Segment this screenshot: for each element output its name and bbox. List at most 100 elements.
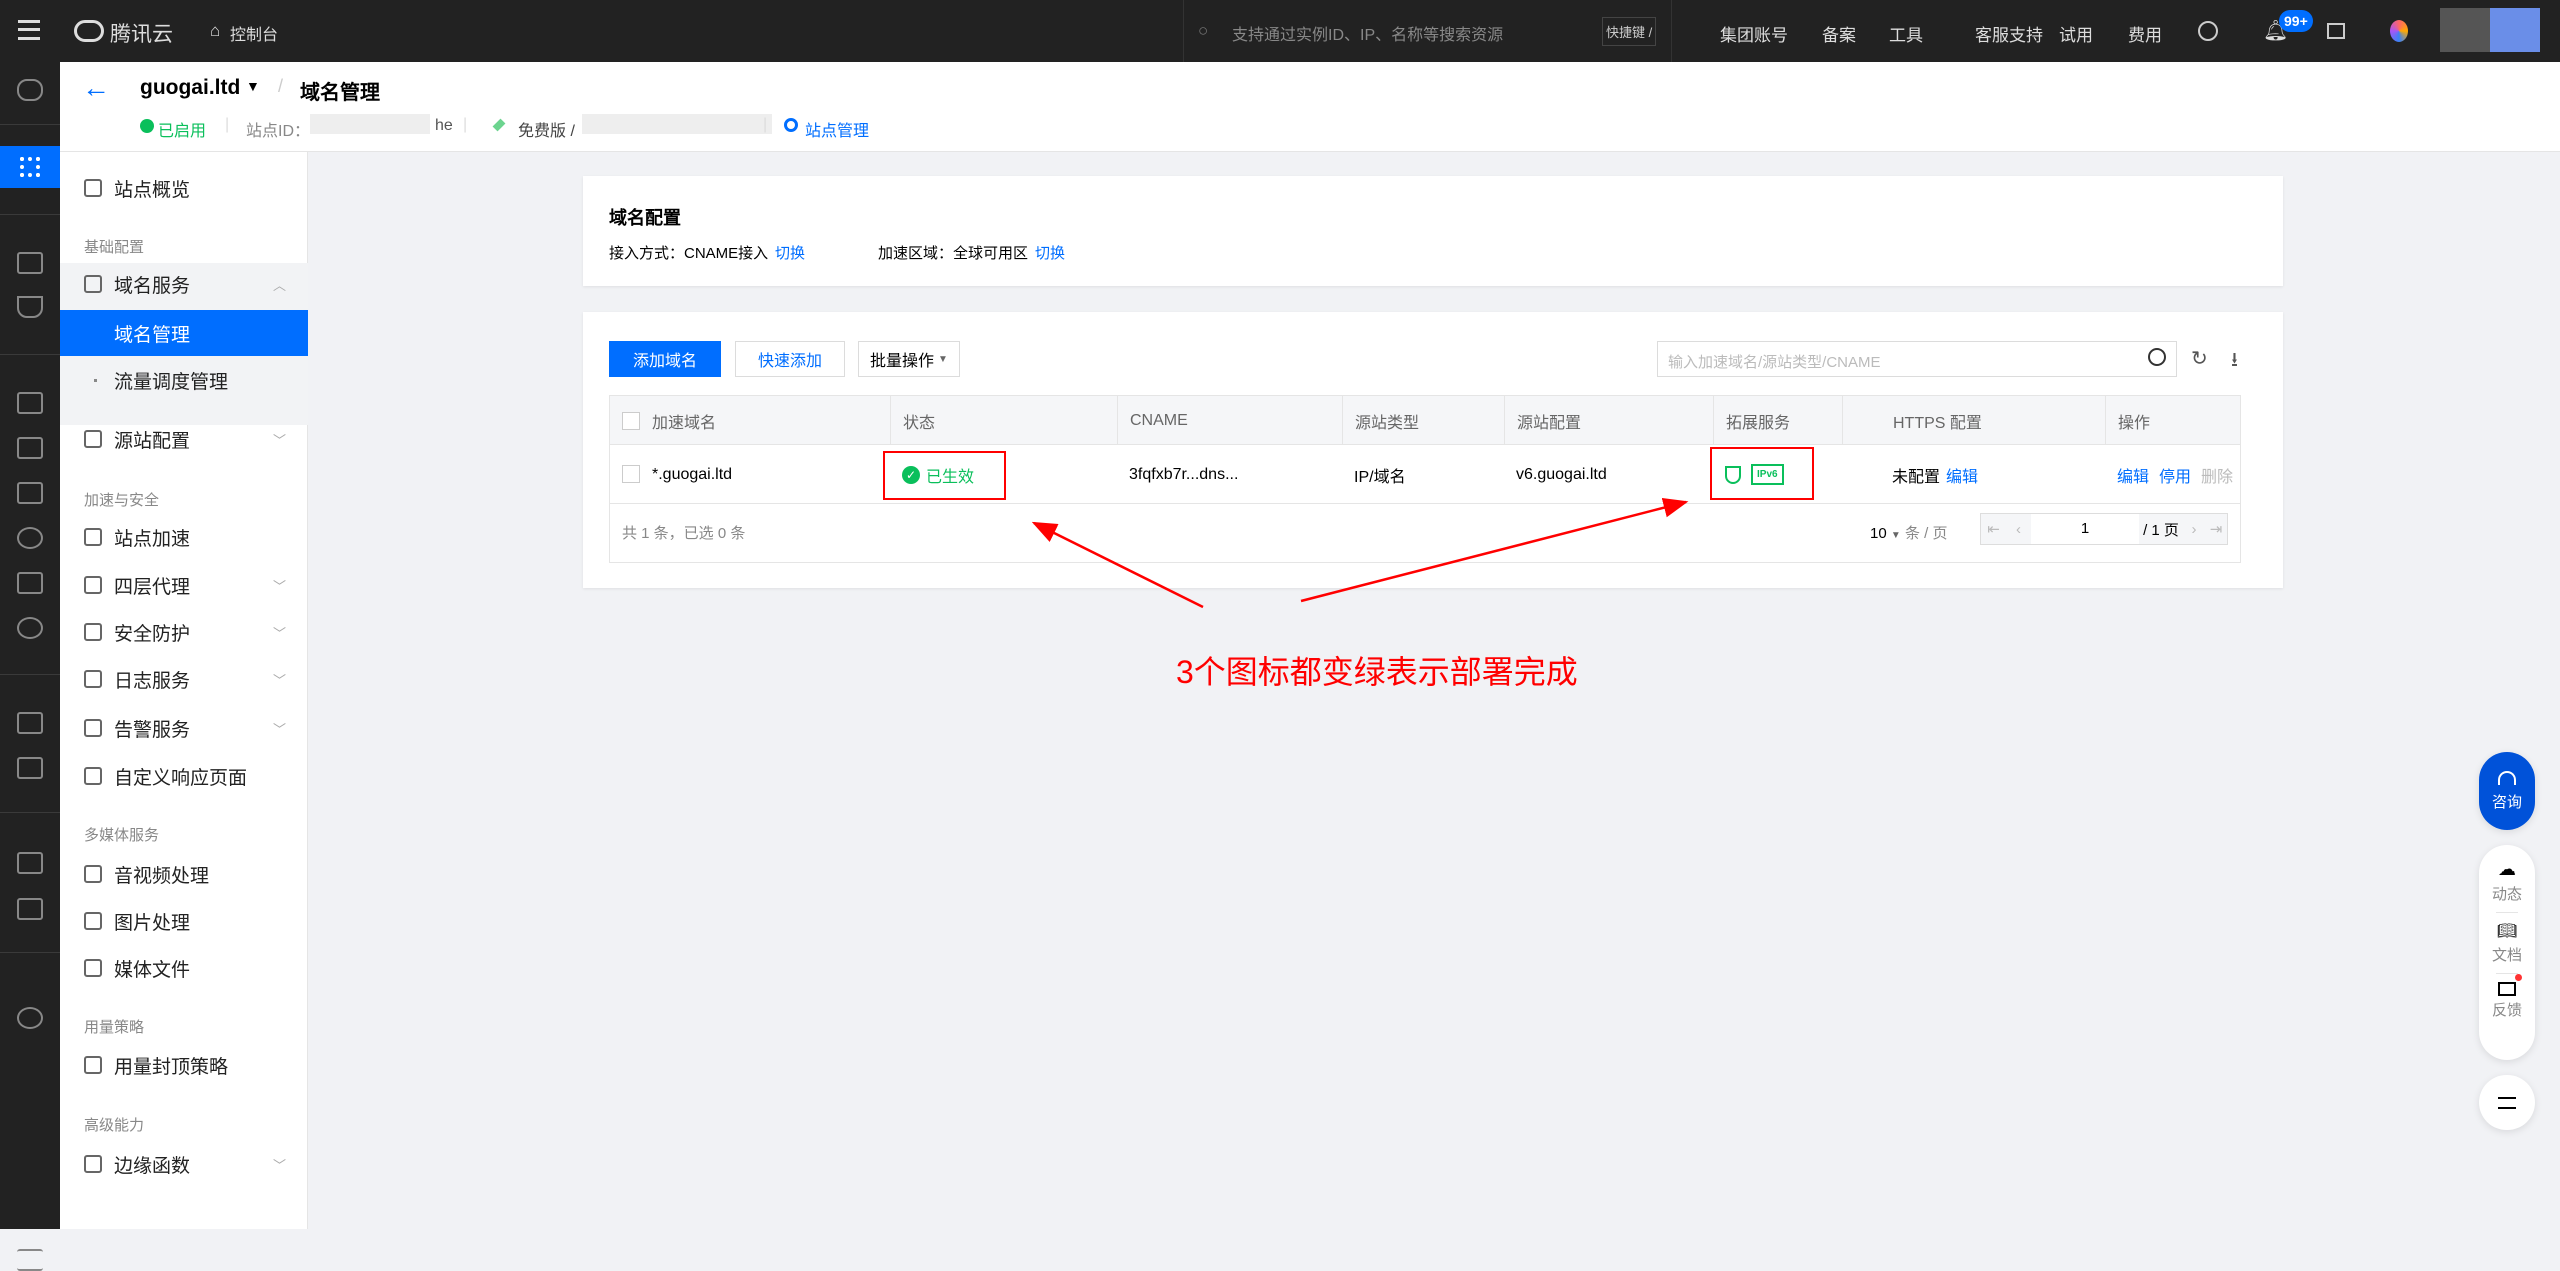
https-edit-link[interactable]: 编辑 — [1946, 463, 1978, 487]
sidebar-item[interactable]: 用量封顶策略 — [60, 1042, 308, 1088]
shield-check-icon[interactable] — [17, 296, 43, 318]
search-icon[interactable] — [2148, 348, 2166, 366]
sidebar-item[interactable]: 流量调度管理 — [60, 357, 308, 403]
cell-domain: *.guogai.ltd — [640, 445, 732, 504]
sidebar-item[interactable]: 站点概览 — [60, 165, 308, 211]
disable-link[interactable]: 停用 — [2159, 463, 2191, 487]
shortcut-hint[interactable]: 快捷键 / — [1602, 17, 1656, 46]
page-input[interactable]: 1 — [2031, 514, 2139, 544]
headset-icon — [2498, 771, 2516, 785]
ip-icon[interactable] — [17, 572, 43, 594]
settings-doc-icon[interactable] — [17, 712, 43, 734]
sidebar-item[interactable]: 站点加速 — [60, 514, 308, 560]
site-manage-link[interactable]: 站点管理 — [805, 117, 869, 141]
nav-link-trial[interactable]: 试用 — [2059, 21, 2093, 46]
docs-button[interactable]: 文档 — [2492, 944, 2522, 965]
site-selector[interactable]: guogai.ltd — [140, 76, 240, 100]
nav-link-support[interactable]: 客服支持 — [1975, 21, 2043, 46]
back-arrow-icon[interactable]: ← — [82, 72, 110, 104]
feedback-icon[interactable] — [2498, 982, 2516, 996]
image-icon[interactable] — [17, 898, 43, 920]
sidebar-item[interactable]: 图片处理 — [60, 898, 308, 944]
workorder-icon[interactable] — [2327, 23, 2345, 39]
gear-icon[interactable] — [784, 118, 798, 132]
news-button[interactable]: 动态 — [2492, 883, 2522, 904]
download-screen-icon[interactable] — [17, 437, 43, 459]
sidebar-item[interactable]: 告警服务﹀ — [60, 705, 308, 751]
table-search-input[interactable]: 输入加速域名/源站类型/CNAME — [1657, 341, 2177, 377]
hex-icon[interactable] — [17, 1007, 43, 1029]
nav-link-tools[interactable]: 工具 — [1889, 21, 1923, 46]
sidebar-item[interactable]: 音视频处理 — [60, 851, 308, 897]
book-icon[interactable]: 📖︎ — [2497, 921, 2517, 941]
chevron-up-icon[interactable]: ︿ — [273, 275, 286, 294]
shield-alert-icon[interactable] — [17, 757, 43, 779]
collapse-menu-icon[interactable] — [17, 1249, 43, 1271]
select-all-checkbox[interactable] — [622, 412, 640, 430]
app-icon[interactable] — [2198, 21, 2218, 41]
breadcrumb-separator: / — [278, 76, 283, 97]
consult-button[interactable]: 咨询 — [2479, 752, 2535, 830]
chevron-down-icon[interactable]: ﹀ — [273, 670, 286, 689]
next-page-icon[interactable]: › — [2183, 521, 2205, 538]
sidebar-item[interactable]: 源站配置﹀ — [60, 416, 308, 462]
cloud-logo-icon[interactable] — [74, 20, 104, 42]
prev-page-icon[interactable]: ‹ — [2006, 521, 2031, 538]
sidebar-item[interactable]: 四层代理﹀ — [60, 562, 308, 608]
delete-link[interactable]: 删除 — [2201, 463, 2233, 487]
refresh-screen-icon[interactable] — [17, 392, 43, 414]
refresh-icon[interactable]: ↻ — [2191, 346, 2208, 371]
edit-link[interactable]: 编辑 — [2117, 463, 2149, 487]
nav-link-group-account[interactable]: 集团账号 — [1720, 21, 1788, 46]
access-switch-link[interactable]: 切换 — [775, 242, 805, 263]
sidebar-item[interactable]: 自定义响应页面 — [60, 753, 308, 799]
notification-badge: 99+ — [2279, 10, 2313, 32]
batch-ops-dropdown[interactable]: 批量操作▼ — [858, 341, 960, 377]
quick-add-button[interactable]: 快速添加 — [735, 341, 845, 377]
pulse-icon[interactable] — [17, 527, 43, 549]
access-mode: 接入方式：CNAME接入 — [609, 242, 768, 263]
add-domain-button[interactable]: 添加域名 — [609, 341, 721, 377]
last-page-icon[interactable]: ⇥ — [2205, 520, 2227, 538]
shield-product-icon[interactable] — [17, 79, 43, 101]
row-checkbox[interactable] — [622, 465, 640, 483]
top-bar: 腾讯云 ⌂ 控制台 ○ 支持通过实例ID、IP、名称等搜索资源 快捷键 / 集团… — [0, 0, 2560, 62]
download-icon[interactable]: ⭳ — [2231, 345, 2238, 379]
chevron-down-icon[interactable]: ﹀ — [273, 430, 286, 449]
chevron-down-icon[interactable]: ﹀ — [273, 1155, 286, 1174]
col-ext-services: 拓展服务 — [1713, 396, 1790, 445]
sidebar-item[interactable]: 域名管理 — [60, 310, 308, 356]
brand-name[interactable]: 腾讯云 — [110, 18, 173, 48]
search-icon[interactable] — [17, 617, 43, 639]
dashboard-icon[interactable] — [0, 146, 60, 188]
console-link[interactable]: 控制台 — [230, 21, 278, 45]
chevron-down-icon[interactable]: ﹀ — [273, 719, 286, 738]
avatar[interactable] — [2440, 8, 2540, 52]
plan-gem-icon — [493, 119, 506, 132]
media-icon[interactable] — [17, 852, 43, 874]
ai-assistant-icon[interactable] — [2390, 20, 2408, 42]
sidebar-item[interactable]: 边缘函数﹀ — [60, 1141, 308, 1187]
menu-icon[interactable] — [18, 20, 40, 40]
chevron-down-icon[interactable]: ▼ — [246, 78, 260, 94]
feedback-button[interactable]: 反馈 — [2492, 999, 2522, 1020]
collapse-toolbar-button[interactable] — [2479, 1075, 2535, 1130]
sidebar-item-label: 用量封顶策略 — [114, 1052, 228, 1079]
cloud-bell-icon[interactable]: ☁ — [2498, 859, 2516, 880]
first-page-icon[interactable]: ⇤ — [1981, 520, 2006, 538]
sidebar-item[interactable]: 安全防护﹀ — [60, 609, 308, 655]
sidebar-group-label: 高级能力 — [84, 1114, 144, 1135]
page-size-select[interactable]: 10 ▼ 条 / 页 — [1870, 522, 1947, 543]
sidebar-item-icon — [84, 1155, 102, 1173]
sidebar-item[interactable]: 日志服务﹀ — [60, 656, 308, 702]
chevron-down-icon[interactable]: ﹀ — [273, 576, 286, 595]
area-switch-link[interactable]: 切换 — [1035, 242, 1065, 263]
sidebar-item[interactable]: 域名服务︿ — [60, 261, 308, 307]
global-search-input[interactable]: 支持通过实例ID、IP、名称等搜索资源 — [1232, 21, 1503, 45]
nav-link-billing[interactable]: 费用 — [2128, 21, 2162, 46]
chevron-down-icon[interactable]: ﹀ — [273, 623, 286, 642]
nav-link-icp[interactable]: 备案 — [1822, 21, 1856, 46]
monitor-icon[interactable] — [17, 252, 43, 274]
server-icon[interactable] — [17, 482, 43, 504]
sidebar-item[interactable]: 媒体文件 — [60, 945, 308, 991]
